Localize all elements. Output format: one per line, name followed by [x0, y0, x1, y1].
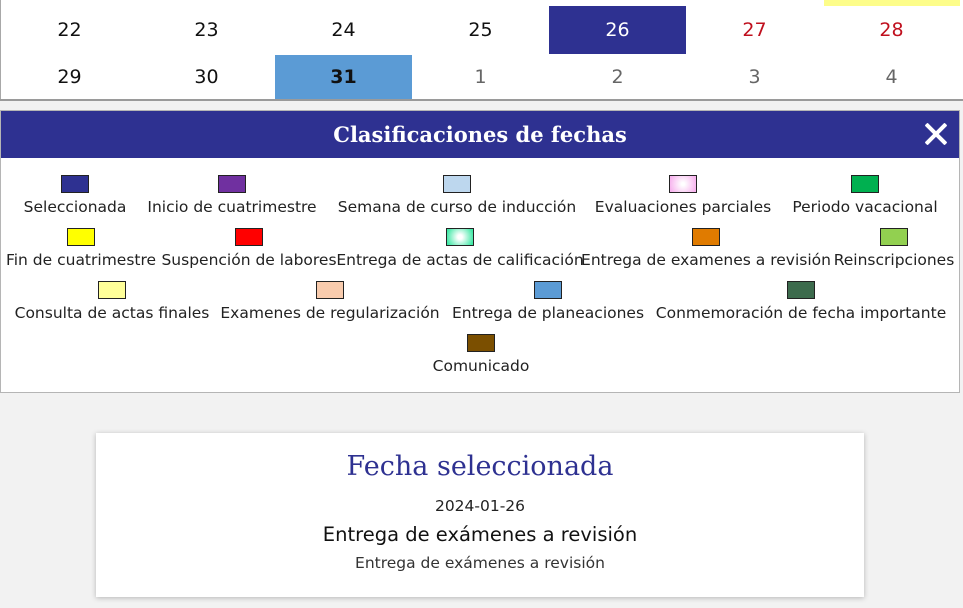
legend-label: Periodo vacacional	[792, 198, 938, 216]
legend-swatch	[316, 281, 344, 299]
legend-swatch	[218, 175, 246, 193]
selected-event-name: Entrega de exámenes a revisión	[322, 523, 638, 546]
legend-label: Entrega de planeaciones	[451, 304, 645, 322]
legend-label: Suspención de labores	[161, 251, 337, 269]
calendar-day-0-3[interactable]: 25	[412, 6, 549, 54]
calendar-divider	[0, 99, 963, 101]
legend-swatch	[669, 175, 697, 193]
calendar-day-0-6[interactable]: 28	[823, 6, 960, 54]
legend-label: Inicio de cuatrimestre	[147, 198, 317, 216]
selected-event-description: Entrega de exámenes a revisión	[355, 554, 605, 572]
calendar-day-1-2[interactable]: 31	[275, 55, 412, 99]
legend-swatch	[235, 228, 263, 246]
legend-swatch	[446, 228, 474, 246]
legend-swatch	[443, 175, 471, 193]
calendar-day-0-4[interactable]: 26	[549, 6, 686, 54]
legend-swatch	[787, 281, 815, 299]
legend-swatch	[61, 175, 89, 193]
calendar-day-0-1[interactable]: 23	[138, 6, 275, 54]
legend-swatch	[534, 281, 562, 299]
calendar-day-1-4[interactable]: 2	[549, 55, 686, 99]
legend-label: Semana de curso de inducción	[337, 198, 577, 216]
legend-swatch	[67, 228, 95, 246]
calendar-week-row: 22 23 24 25 26 27 28	[1, 6, 960, 54]
legend-swatch	[692, 228, 720, 246]
legend-label: Examenes de regularización	[220, 304, 440, 322]
legend-header: Clasificaciones de fechas	[1, 111, 959, 158]
calendar-day-0-2[interactable]: 24	[275, 6, 412, 54]
legend-label: Evaluaciones parciales	[594, 198, 772, 216]
legend-swatch	[851, 175, 879, 193]
calendar-grid: 22 23 24 25 26 27 28 29 30 31 1 2 3 4	[0, 0, 963, 100]
legend-label: Comunicado	[432, 357, 530, 375]
legend-label: Conmemoración de fecha importante	[655, 304, 947, 322]
selected-date-title: Fecha seleccionada	[346, 451, 614, 482]
close-icon[interactable]	[923, 121, 949, 147]
calendar-day-1-3[interactable]: 1	[412, 55, 549, 99]
legend-title: Clasificaciones de fechas	[333, 122, 627, 147]
legend-panel: Clasificaciones de fechas Seleccionada In…	[0, 110, 960, 393]
calendar-week-row: 29 30 31 1 2 3 4	[1, 55, 960, 99]
legend-label: Consulta de actas finales	[14, 304, 210, 322]
selected-date-card: Fecha seleccionada 2024-01-26 Entrega de…	[96, 433, 864, 597]
legend-swatch	[880, 228, 908, 246]
legend-label: Entrega de examenes a revisión	[581, 251, 831, 269]
calendar-day-0-0[interactable]: 22	[1, 6, 138, 54]
legend-label: Fin de cuatrimestre	[5, 251, 157, 269]
calendar-day-1-6[interactable]: 4	[823, 55, 960, 99]
legend-label: Reinscripciones	[833, 251, 955, 269]
selected-date-value: 2024-01-26	[434, 497, 526, 515]
legend-swatch	[467, 334, 495, 352]
legend-label: Entrega de actas de calificación	[336, 251, 584, 269]
calendar-day-1-5[interactable]: 3	[686, 55, 823, 99]
legend-label: Seleccionada	[23, 198, 127, 216]
calendar-day-1-1[interactable]: 30	[138, 55, 275, 99]
legend-swatch	[98, 281, 126, 299]
calendar-day-0-5[interactable]: 27	[686, 6, 823, 54]
calendar-day-1-0[interactable]: 29	[1, 55, 138, 99]
